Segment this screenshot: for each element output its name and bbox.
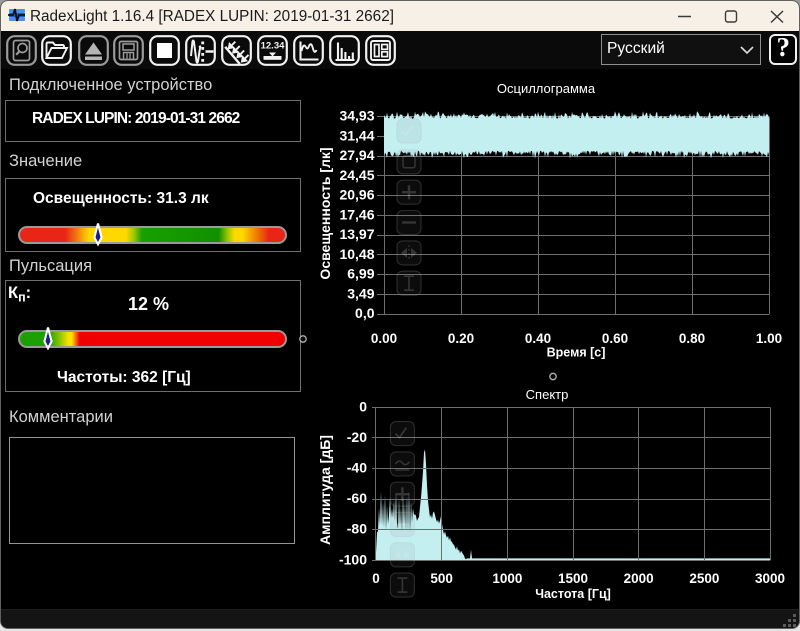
svg-text:0.00: 0.00 [371, 331, 397, 346]
svg-text:10,48: 10,48 [339, 246, 374, 262]
svg-text:0,0: 0,0 [355, 305, 375, 321]
svg-text:Время [с]: Время [с] [547, 346, 606, 360]
svg-text:3,49: 3,49 [347, 285, 374, 301]
svg-text:-100: -100 [339, 551, 367, 567]
svg-text:3000: 3000 [755, 571, 785, 586]
svg-text:0: 0 [372, 571, 380, 586]
svg-text:0: 0 [359, 398, 367, 414]
svg-text:Освещенность [лк]: Освещенность [лк] [317, 147, 333, 279]
svg-text:-60: -60 [347, 490, 367, 506]
svg-text:1000: 1000 [492, 571, 522, 586]
svg-text:Спектр: Спектр [526, 387, 569, 402]
svg-text:1500: 1500 [558, 571, 588, 586]
svg-text:Частота [Гц]: Частота [Гц] [535, 587, 611, 601]
svg-text:6,99: 6,99 [347, 266, 374, 282]
svg-text:2000: 2000 [624, 571, 654, 586]
svg-text:34,93: 34,93 [339, 108, 374, 124]
svg-text:27,94: 27,94 [339, 147, 374, 163]
svg-text:0.60: 0.60 [602, 331, 628, 346]
svg-text:13,97: 13,97 [339, 226, 374, 242]
svg-text:0.80: 0.80 [679, 331, 705, 346]
svg-text:12.34: 12.34 [261, 40, 285, 51]
svg-text:0.20: 0.20 [448, 331, 474, 346]
svg-text:20,96: 20,96 [339, 187, 374, 203]
svg-text:0.40: 0.40 [525, 331, 551, 346]
svg-text:17,46: 17,46 [339, 206, 374, 222]
svg-text:24,45: 24,45 [339, 167, 374, 183]
svg-text:500: 500 [430, 571, 453, 586]
svg-text:-80: -80 [347, 521, 367, 537]
svg-text:Осциллограмма: Осциллограмма [497, 81, 596, 96]
svg-text:Амплитуда [дБ]: Амплитуда [дБ] [317, 435, 333, 545]
svg-text:1.00: 1.00 [756, 331, 782, 346]
svg-text:31,44: 31,44 [339, 127, 374, 143]
svg-text:2500: 2500 [689, 571, 719, 586]
svg-text:-20: -20 [347, 429, 367, 445]
svg-text:-40: -40 [347, 460, 367, 476]
